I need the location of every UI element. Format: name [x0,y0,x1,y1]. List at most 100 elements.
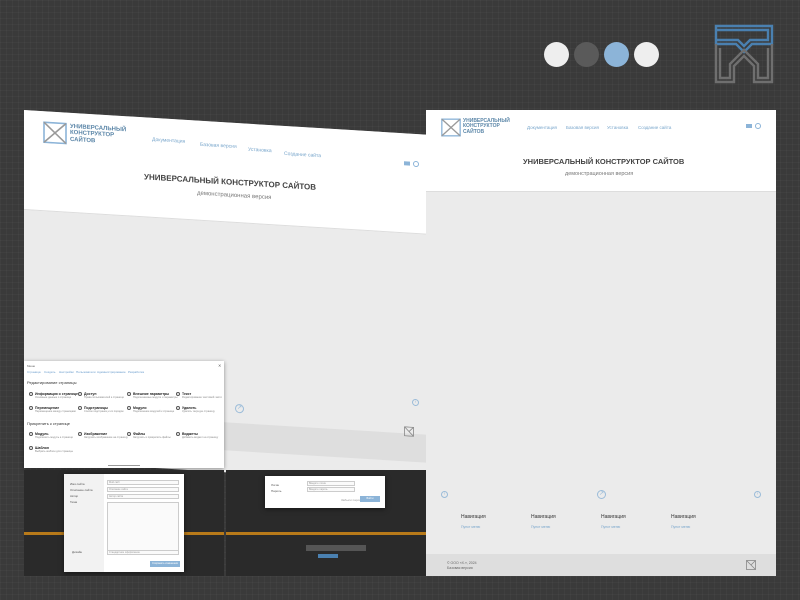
sidebar-item-site-name[interactable]: Имя сайта [70,482,85,486]
nav-link-docs[interactable]: Документация [152,137,185,145]
site-logo-text: УНИВЕРСАЛЬНЫЙ КОНСТРУКТОР САЙТОВ [70,123,127,144]
nav-link-install[interactable]: Установка [248,147,272,154]
footer-nav-title: Навигация [601,514,626,520]
page-settings-panel: Меню ✕ Страница Создать Настройки Пользо… [24,361,224,468]
item-desc: Выбрать шаблон для страницы [35,450,73,453]
save-button[interactable]: Сохранить изменения [150,561,180,567]
option-radio[interactable] [127,432,131,436]
item-desc: Подключаемые модули и параметры [133,396,178,399]
option-radio[interactable] [78,406,82,410]
tab-admin[interactable]: Администрирование [97,370,126,374]
login-dialog: Логин Введите логин Пароль Введите парол… [265,476,385,508]
panel-bottom-divider [108,465,140,466]
sidebar-item-author[interactable]: Автор [70,494,78,498]
item-desc: Перемещение между страницами [35,410,76,413]
password-field[interactable]: Введите пароль [307,487,355,492]
mail-icon[interactable] [746,124,752,128]
nav-link-install[interactable]: Установка [607,125,628,130]
nav-link-basic[interactable]: Базовая версия [200,142,237,150]
sidebar-item-description[interactable]: Описание сайта [70,488,93,492]
dark-preview-text [306,545,366,551]
design-label: Дизайн [72,550,83,554]
hero-subtitle: демонстрационная версия [565,171,634,177]
close-icon[interactable]: ✕ [218,363,221,368]
option-radio[interactable] [176,406,180,410]
panel-title: Меню [27,364,36,368]
footer-nav-link[interactable]: Пункт меню [671,525,690,529]
description-field[interactable]: Описание сайта [107,487,179,492]
item-desc: Основные данные о странице [35,396,72,399]
tab-users[interactable]: Пользователи [76,370,96,374]
content-textarea[interactable] [107,502,179,554]
site-name-field[interactable]: Мой сайт [107,480,179,485]
footer-logo-icon [746,560,756,570]
option-radio[interactable] [29,446,33,450]
option-radio[interactable] [78,432,82,436]
scroll-arrow-icon[interactable]: › [412,398,419,407]
nav-link-basic[interactable]: Базовая версия [566,125,599,130]
design-field[interactable]: Стандартное оформление [107,550,179,555]
hero-subtitle: демонстрационная версия [197,190,272,202]
next-arrow-icon[interactable]: › [754,491,761,498]
color-swatch-light[interactable] [544,42,569,67]
hero-title: УНИВЕРСАЛЬНЫЙ КОНСТРУКТОР САЙТОВ [144,172,317,192]
option-radio[interactable] [29,406,33,410]
mail-icon[interactable] [404,161,410,166]
color-swatch-dark[interactable] [574,42,599,67]
item-desc: Подключить модуль к странице [35,436,73,439]
footer-nav-title: Навигация [461,514,486,520]
item-desc: Редактирование текстовой части [182,396,222,399]
item-desc: Подключение модулей к странице [133,410,175,413]
option-radio[interactable] [176,432,180,436]
option-radio[interactable] [29,392,33,396]
option-radio[interactable] [78,392,82,396]
color-swatch-blue[interactable] [604,42,629,67]
tab-create[interactable]: Создать [44,370,55,374]
copyright-text: © ООО «Х.», 2024 [447,561,477,565]
nav-link-create[interactable]: Создание сайта [638,125,671,130]
option-radio[interactable] [127,406,131,410]
item-desc: Удалить текущую страницу [182,410,215,413]
footer-nav-link[interactable]: Пункт меню [601,525,620,529]
site-logo-icon [43,121,67,145]
brand-logo-icon [714,24,774,84]
site-header: УНИВЕРСАЛЬНЫЙ КОНСТРУКТОР САЙТОВ Докумен… [426,110,776,192]
nav-link-create[interactable]: Создание сайта [284,151,321,159]
item-desc: Загрузить изображение на страницу [84,436,128,439]
color-swatch-white[interactable] [634,42,659,67]
site-header: УНИВЕРСАЛЬНЫЙ КОНСТРУКТОР САЙТОВ Докумен… [24,110,426,235]
site-preview-right: УНИВЕРСАЛЬНЫЙ КОНСТРУКТОР САЙТОВ Докумен… [426,110,776,576]
footer-nav-title: Навигация [531,514,556,520]
option-radio[interactable] [29,432,33,436]
item-desc: Список подстраниц и их порядок [84,410,124,413]
slider-center-icon[interactable]: ↗ [597,490,606,499]
settings-icon[interactable] [413,160,419,168]
footer-nav-link[interactable]: Пункт меню [461,525,480,529]
login-field[interactable]: Введите логин [307,481,355,486]
footer-bottom: © ООО «Х.», 2024 Базовая версия [426,554,776,576]
footer-navigation: ‹ ↗ › Навигация Пункт меню Навигация Пун… [426,478,776,554]
item-desc: Загрузить и прикрепить файлы [133,436,171,439]
tab-settings[interactable]: Настройки [59,370,74,374]
version-text: Базовая версия [447,566,473,570]
prev-arrow-icon[interactable]: ‹ [441,491,448,498]
footer-nav-link[interactable]: Пункт меню [531,525,550,529]
site-settings-dialog: Имя сайта Описание сайта Автор Тема Мой … [64,474,184,572]
sidebar-item-theme[interactable]: Тема [70,500,77,504]
nav-link-docs[interactable]: Документация [527,125,557,130]
slider-arrow-icon[interactable]: ↗ [235,403,244,414]
tab-dev[interactable]: Разработка [128,370,144,374]
author-field[interactable]: Автор сайта [107,494,179,499]
option-radio[interactable] [127,392,131,396]
login-label: Логин [271,483,280,487]
tab-page[interactable]: Страница [27,370,41,374]
login-button[interactable]: Войти [360,496,380,502]
option-radio[interactable] [176,392,180,396]
footer-nav-title: Навигация [671,514,696,520]
item-desc: Добавить виджет на страницу [182,436,219,439]
settings-icon[interactable] [755,123,761,129]
password-label: Пароль [271,489,282,493]
section-edit-title: Редактирование страницы [27,380,77,385]
footer-logo-icon [404,426,414,437]
hero-title: УНИВЕРСАЛЬНЫЙ КОНСТРУКТОР САЙТОВ [523,157,685,166]
